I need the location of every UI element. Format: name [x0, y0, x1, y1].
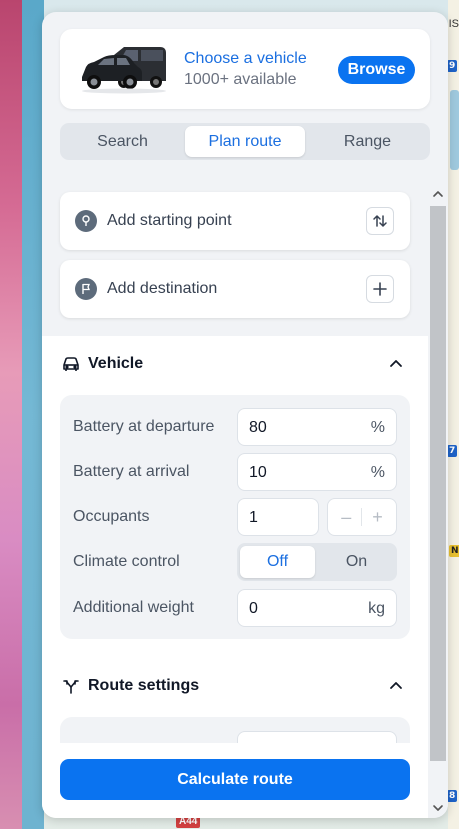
- percent-unit: %: [370, 419, 385, 436]
- climate-toggle: Off On: [237, 543, 397, 581]
- battery-arrival-input[interactable]: 10 %: [237, 453, 397, 491]
- increment-button[interactable]: +: [372, 507, 383, 528]
- occupants-stepper: – +: [327, 498, 397, 536]
- occupants-label: Occupants: [73, 508, 150, 525]
- tab-search[interactable]: Search: [63, 126, 182, 157]
- route-planner-panel: Choose a vehicle 1000+ available Browse …: [42, 12, 448, 818]
- map-water: [22, 0, 44, 829]
- map-water: [450, 90, 459, 170]
- climate-on-option[interactable]: On: [319, 546, 394, 578]
- map-road-sign: N: [449, 545, 459, 557]
- starting-point-placeholder: Add starting point: [107, 212, 232, 229]
- vehicle-picker-title: Choose a vehicle: [184, 50, 307, 67]
- location-pin-icon: [75, 210, 97, 232]
- map-road-sign: 8: [447, 790, 458, 802]
- occupants-input[interactable]: 1: [237, 498, 319, 536]
- tab-plan-route[interactable]: Plan route: [185, 126, 305, 157]
- percent-unit: %: [370, 464, 385, 481]
- battery-departure-label: Battery at departure: [73, 418, 215, 435]
- route-locations: Add starting point Add destination: [42, 176, 428, 336]
- battery-arrival-label: Battery at arrival: [73, 463, 190, 480]
- route-setting-input[interactable]: [237, 731, 397, 743]
- mode-tabs: Search Plan route Range: [60, 123, 430, 160]
- vehicle-image: [82, 47, 166, 94]
- route-split-icon: [62, 677, 80, 695]
- battery-arrival-value: 10: [249, 464, 267, 481]
- chevron-up-icon[interactable]: [388, 678, 404, 694]
- route-settings-header[interactable]: Route settings: [62, 671, 408, 701]
- map-place-label: IS: [448, 18, 459, 30]
- flag-icon: [75, 278, 97, 300]
- panel-footer: Calculate route: [42, 743, 428, 818]
- starting-point-field[interactable]: Add starting point: [60, 192, 410, 250]
- decrement-button[interactable]: –: [341, 507, 351, 528]
- vehicle-picker-subtitle: 1000+ available: [184, 71, 297, 88]
- destination-field[interactable]: Add destination: [60, 260, 410, 318]
- planner-scroll-area[interactable]: Add starting point Add destination Vehic…: [42, 176, 428, 743]
- car-icon: [62, 355, 80, 373]
- scroll-up-icon[interactable]: [432, 188, 444, 200]
- battery-arrival-row: Battery at arrival 10 %: [60, 453, 410, 491]
- additional-weight-label: Additional weight: [73, 599, 194, 616]
- stepper-divider: [361, 508, 363, 526]
- battery-departure-row: Battery at departure 80 %: [60, 408, 410, 446]
- vehicle-picker-card[interactable]: Choose a vehicle 1000+ available Browse: [60, 29, 430, 109]
- battery-departure-input[interactable]: 80 %: [237, 408, 397, 446]
- destination-placeholder: Add destination: [107, 280, 218, 297]
- chevron-up-icon[interactable]: [388, 356, 404, 372]
- scrollbar-thumb[interactable]: [430, 206, 446, 761]
- climate-label: Climate control: [73, 553, 180, 570]
- route-settings-title: Route settings: [88, 677, 200, 694]
- climate-off-option[interactable]: Off: [240, 546, 315, 578]
- vehicle-section-title: Vehicle: [88, 355, 144, 372]
- map-road-sign: 7: [447, 445, 458, 457]
- route-settings-parameters: [60, 717, 410, 743]
- swap-icon[interactable]: [366, 207, 394, 235]
- battery-departure-value: 80: [249, 419, 267, 436]
- scroll-down-icon[interactable]: [432, 802, 444, 814]
- browse-button[interactable]: Browse: [338, 56, 415, 84]
- occupants-value: 1: [249, 509, 258, 526]
- tab-range[interactable]: Range: [308, 126, 427, 157]
- additional-weight-input[interactable]: 0 kg: [237, 589, 397, 627]
- vehicle-parameters: Battery at departure 80 % Battery at arr…: [60, 395, 410, 639]
- climate-row: Climate control Off On: [60, 543, 410, 581]
- map-road-sign: 9: [447, 60, 458, 72]
- additional-weight-value: 0: [249, 600, 258, 617]
- additional-weight-row: Additional weight 0 kg: [60, 589, 410, 627]
- kg-unit: kg: [368, 600, 385, 617]
- occupants-row: Occupants 1 – +: [60, 498, 410, 536]
- panel-scrollbar[interactable]: [428, 176, 448, 818]
- calculate-route-button[interactable]: Calculate route: [60, 759, 410, 800]
- add-stop-icon[interactable]: [366, 275, 394, 303]
- vehicle-section-header[interactable]: Vehicle: [62, 349, 408, 379]
